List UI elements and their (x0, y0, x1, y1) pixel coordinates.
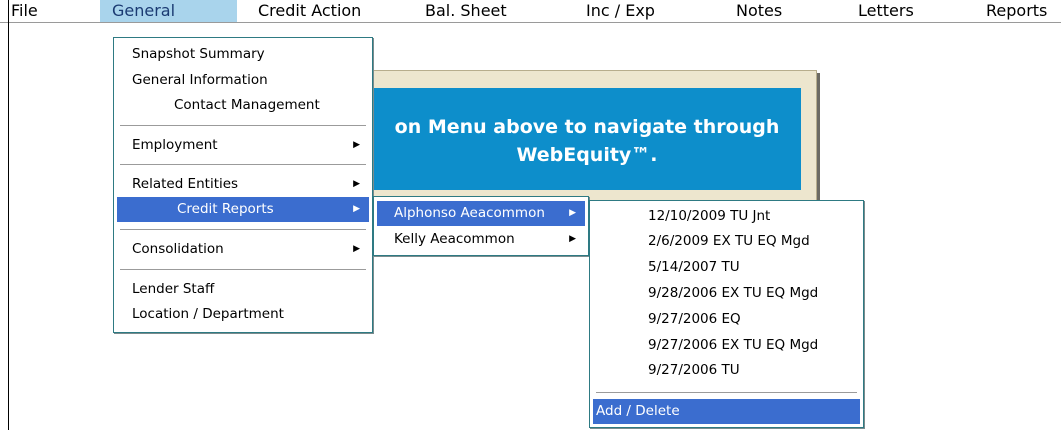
menu-item-label: Credit Reports (177, 201, 274, 217)
submenu-item-kelly-aeacommon[interactable]: Kelly Aeacommon ▶ (374, 227, 588, 252)
report-label: 12/10/2009 TU Jnt (648, 208, 771, 224)
menubar-letters[interactable]: Letters (858, 0, 914, 22)
menu-item-related-entities[interactable]: Related Entities ▶ (114, 172, 372, 197)
menu-separator (120, 229, 366, 231)
chevron-right-icon: ▶ (353, 140, 360, 150)
menu-item-general-information[interactable]: General Information (114, 68, 372, 93)
add-delete-button[interactable]: Add / Delete (593, 399, 860, 424)
report-label: 9/28/2006 EX TU EQ Mgd (648, 285, 819, 301)
menu-separator (596, 392, 857, 394)
report-item[interactable]: 12/10/2009 TU Jnt (590, 204, 863, 229)
menubar-general[interactable]: General (100, 0, 237, 22)
menu-separator (120, 269, 366, 271)
report-label: 9/27/2006 EX TU EQ Mgd (648, 337, 819, 353)
menu-item-label: Location / Department (132, 306, 284, 322)
menubar-bal-sheet[interactable]: Bal. Sheet (425, 0, 507, 22)
menu-item-snapshot-summary[interactable]: Snapshot Summary (114, 42, 372, 67)
report-item[interactable]: 9/27/2006 TU (590, 358, 863, 383)
chevron-right-icon: ▶ (569, 208, 576, 218)
report-label: 2/6/2009 EX TU EQ Mgd (648, 233, 810, 249)
credit-reports-list: 12/10/2009 TU Jnt 2/6/2009 EX TU EQ Mgd … (589, 200, 864, 428)
submenu-item-label: Alphonso Aeacommon (394, 205, 545, 221)
menubar-credit-action[interactable]: Credit Action (258, 0, 361, 22)
menu-item-label: Employment (132, 137, 218, 153)
menu-item-label: Snapshot Summary (132, 46, 265, 62)
report-item[interactable]: 9/27/2006 EQ (590, 307, 863, 332)
menu-item-credit-reports[interactable]: Credit Reports ▶ (117, 197, 369, 222)
submenu-item-alphonso-aeacommon[interactable]: Alphonso Aeacommon ▶ (377, 201, 585, 226)
add-delete-label: Add / Delete (596, 403, 680, 419)
menu-item-contact-management[interactable]: Contact Management (114, 93, 372, 118)
report-label: 9/27/2006 EQ (648, 311, 741, 327)
chevron-right-icon: ▶ (353, 244, 360, 254)
banner-text-line1: on Menu above to navigate through (394, 116, 780, 138)
chevron-right-icon: ▶ (353, 204, 360, 214)
chevron-right-icon: ▶ (569, 234, 576, 244)
menu-separator (120, 164, 366, 166)
menubar-notes[interactable]: Notes (736, 0, 782, 22)
welcome-panel: on Menu above to navigate through WebEqu… (360, 70, 817, 212)
menu-separator (120, 125, 366, 127)
submenu-item-label: Kelly Aeacommon (394, 231, 515, 247)
menubar-file[interactable]: File (11, 0, 38, 22)
chevron-right-icon: ▶ (353, 179, 360, 189)
report-item[interactable]: 9/28/2006 EX TU EQ Mgd (590, 281, 863, 306)
report-label: 9/27/2006 TU (648, 362, 740, 378)
menu-item-label: Related Entities (132, 176, 239, 192)
menu-item-label: Contact Management (174, 97, 320, 113)
report-item[interactable]: 2/6/2009 EX TU EQ Mgd (590, 229, 863, 254)
window-left-border (8, 0, 9, 430)
app-window: File General Credit Action Bal. Sheet In… (0, 0, 1061, 430)
menu-item-consolidation[interactable]: Consolidation ▶ (114, 237, 372, 262)
menubar-reports[interactable]: Reports (986, 0, 1047, 22)
general-menu: Snapshot Summary General Information Con… (113, 37, 373, 333)
report-item[interactable]: 9/27/2006 EX TU EQ Mgd (590, 333, 863, 358)
welcome-banner: on Menu above to navigate through WebEqu… (373, 88, 801, 190)
menu-item-label: Lender Staff (132, 281, 215, 297)
report-label: 5/14/2007 TU (648, 259, 740, 275)
menu-item-employment[interactable]: Employment ▶ (114, 133, 372, 158)
menu-item-label: General Information (132, 72, 268, 88)
menu-item-location-department[interactable]: Location / Department (114, 302, 372, 327)
credit-reports-submenu: Alphonso Aeacommon ▶ Kelly Aeacommon ▶ (373, 196, 589, 256)
menubar: File General Credit Action Bal. Sheet In… (0, 0, 1061, 23)
menu-item-lender-staff[interactable]: Lender Staff (114, 277, 372, 302)
banner-text-line2: WebEquity™. (516, 144, 658, 166)
menubar-inc-exp[interactable]: Inc / Exp (586, 0, 655, 22)
menu-item-label: Consolidation (132, 241, 224, 257)
report-item[interactable]: 5/14/2007 TU (590, 255, 863, 280)
